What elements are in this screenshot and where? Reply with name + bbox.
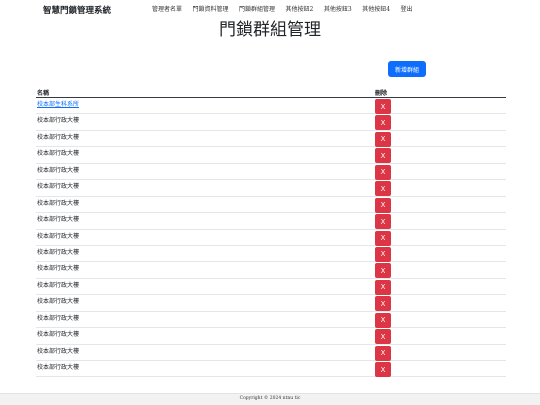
group-name: 校本部行政大樓 bbox=[37, 248, 80, 256]
nav-item-other-3[interactable]: 其他按鈕3 bbox=[324, 6, 352, 14]
table-row: 校本部行政大樓 X bbox=[36, 197, 506, 214]
delete-button[interactable]: X bbox=[375, 131, 391, 147]
header-name: 名稱 bbox=[37, 90, 50, 97]
delete-button[interactable]: X bbox=[375, 164, 391, 180]
table-row: 校本部行政大樓 X bbox=[36, 246, 506, 263]
group-name: 校本部行政大樓 bbox=[37, 166, 80, 174]
nav-item-admin-list[interactable]: 管理者名單 bbox=[152, 6, 182, 14]
group-name: 校本部行政大樓 bbox=[37, 183, 80, 191]
table-header: 名稱 刪除 bbox=[36, 87, 506, 98]
delete-button[interactable]: X bbox=[375, 296, 391, 312]
header-delete: 刪除 bbox=[375, 90, 388, 97]
table-row: 校本部行政大樓 X bbox=[36, 328, 506, 345]
table-row: 校本部行政大樓 X bbox=[36, 361, 506, 378]
delete-button[interactable]: X bbox=[375, 345, 391, 361]
delete-button[interactable]: X bbox=[375, 197, 391, 213]
table-row: 校本部行政大樓 X bbox=[36, 279, 506, 296]
table-row: 校本部行政大樓 X bbox=[36, 131, 506, 148]
nav-menu: 管理者名單 門鎖資料管理 門鎖群組管理 其他按鈕2 其他按鈕3 其他按鈕4 登出 bbox=[152, 6, 423, 14]
group-name: 校本部行政大樓 bbox=[37, 281, 80, 289]
table-row: 校本部行政大樓 X bbox=[36, 262, 506, 279]
group-name: 校本部行政大樓 bbox=[37, 265, 80, 273]
delete-button[interactable]: X bbox=[375, 263, 391, 279]
group-name: 校本部行政大樓 bbox=[37, 199, 80, 207]
delete-button[interactable]: X bbox=[375, 329, 391, 345]
delete-button[interactable]: X bbox=[375, 115, 391, 131]
delete-button[interactable]: X bbox=[375, 148, 391, 164]
nav-item-logout[interactable]: 登出 bbox=[401, 6, 413, 14]
nav-item-lock-data[interactable]: 門鎖資料管理 bbox=[193, 6, 229, 14]
group-table: 名稱 刪除 校本部生科系所 X 校本部行政大樓 X 校本部行政大樓 X 校本部行政大樓 X 校本… bbox=[36, 87, 506, 378]
delete-button[interactable]: X bbox=[375, 312, 391, 328]
page-title: 門鎖群組管理 bbox=[219, 20, 321, 40]
group-name: 校本部行政大樓 bbox=[37, 150, 80, 158]
table-row: 校本部行政大樓 X bbox=[36, 114, 506, 131]
delete-button[interactable]: X bbox=[375, 279, 391, 295]
delete-button[interactable]: X bbox=[375, 230, 391, 246]
table-row: 校本部行政大樓 X bbox=[36, 180, 506, 197]
table-row: 校本部行政大樓 X bbox=[36, 295, 506, 312]
group-name: 校本部行政大樓 bbox=[37, 347, 80, 355]
group-name: 校本部行政大樓 bbox=[37, 331, 80, 339]
group-name: 校本部行政大樓 bbox=[37, 298, 80, 306]
group-name: 校本部行政大樓 bbox=[37, 364, 80, 371]
group-name: 校本部行政大樓 bbox=[37, 314, 80, 322]
add-group-button[interactable]: 新增群組 bbox=[388, 61, 426, 77]
delete-button[interactable]: X bbox=[375, 214, 391, 230]
delete-button[interactable]: X bbox=[375, 246, 391, 262]
delete-button[interactable]: X bbox=[375, 181, 391, 197]
delete-button[interactable]: X bbox=[375, 99, 391, 114]
nav-item-lock-groups[interactable]: 門鎖群組管理 bbox=[239, 6, 275, 14]
delete-button[interactable]: X bbox=[375, 362, 391, 377]
copyright-text: Copyright © 2024 ntnu tic bbox=[239, 396, 301, 401]
nav-item-other-2[interactable]: 其他按鈕2 bbox=[286, 6, 314, 14]
table-row: 校本部行政大樓 X bbox=[36, 230, 506, 246]
group-name-link[interactable]: 校本部生科系所 bbox=[37, 99, 79, 108]
group-name: 校本部行政大樓 bbox=[37, 133, 80, 141]
table-row: 校本部行政大樓 X bbox=[36, 164, 506, 181]
table-row: 校本部行政大樓 X bbox=[36, 345, 506, 361]
table-row: 校本部生科系所 X bbox=[36, 98, 506, 115]
table-row: 校本部行政大樓 X bbox=[36, 147, 506, 164]
table-body: 校本部生科系所 X 校本部行政大樓 X 校本部行政大樓 X 校本部行政大樓 X 校本部行政大樓 X… bbox=[36, 98, 506, 378]
table-row: 校本部行政大樓 X bbox=[36, 213, 506, 230]
group-name: 校本部行政大樓 bbox=[37, 216, 80, 224]
table-row: 校本部行政大樓 X bbox=[36, 312, 506, 329]
nav-item-other-4[interactable]: 其他按鈕4 bbox=[362, 6, 390, 14]
group-name: 校本部行政大樓 bbox=[37, 117, 80, 125]
footer: Copyright © 2024 ntnu tic bbox=[0, 393, 540, 405]
group-name: 校本部行政大樓 bbox=[37, 232, 80, 240]
app-brand[interactable]: 智慧門鎖管理系統 bbox=[43, 4, 111, 16]
top-navbar: 智慧門鎖管理系統 管理者名單 門鎖資料管理 門鎖群組管理 其他按鈕2 其他按鈕3… bbox=[0, 0, 540, 20]
